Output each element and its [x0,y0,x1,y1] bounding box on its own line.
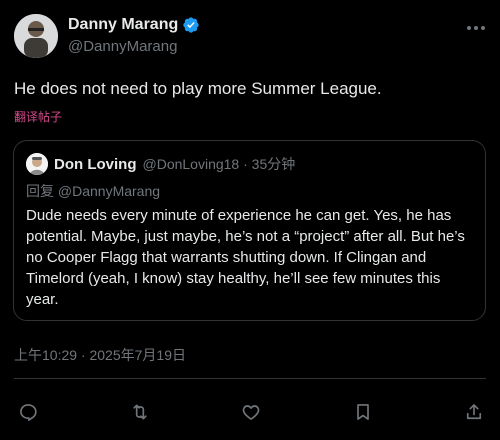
author-name-row: Danny Marang [68,14,200,36]
author-handle[interactable]: @DannyMarang [68,38,200,55]
share-icon [466,404,482,420]
bookmark-icon [357,404,369,420]
quoted-post-text: Dude needs every minute of experience he… [26,207,465,308]
author-avatar[interactable] [14,14,58,58]
author-block: Danny Marang @DannyMarang [68,14,200,55]
post: Danny Marang @DannyMarang He does not ne… [0,0,500,440]
quoted-post[interactable]: Don Loving @DonLoving18 · 35分钟 回复 @Danny… [13,140,486,321]
more-options-icon[interactable] [464,18,488,38]
quoted-post-header: Don Loving @DonLoving18 · 35分钟 [26,153,473,175]
quoted-author-meta: @DonLoving18 · 35分钟 [142,156,296,172]
post-text: He does not need to play more Summer Lea… [14,79,382,98]
quoted-author-name[interactable]: Don Loving [54,156,137,173]
author-name[interactable]: Danny Marang [68,16,178,34]
quoted-reply-to: 回复 @DannyMarang [26,183,161,199]
divider [14,378,486,379]
author-avatar-image [14,14,58,58]
post-timestamp[interactable]: 上午10:29 · 2025年7月19日 [14,345,186,365]
reply-icon [20,404,37,421]
quoted-author-avatar[interactable] [26,153,48,175]
verified-badge-icon [182,16,200,34]
translate-post-link[interactable]: 翻译帖子 [14,108,62,125]
share-button[interactable] [460,398,488,426]
reply-button[interactable] [14,398,42,426]
repost-icon [133,404,147,420]
like-button[interactable] [237,398,265,426]
repost-button[interactable] [126,398,154,426]
bookmark-button[interactable] [349,398,377,426]
like-icon [242,405,260,420]
action-bar [0,398,500,426]
